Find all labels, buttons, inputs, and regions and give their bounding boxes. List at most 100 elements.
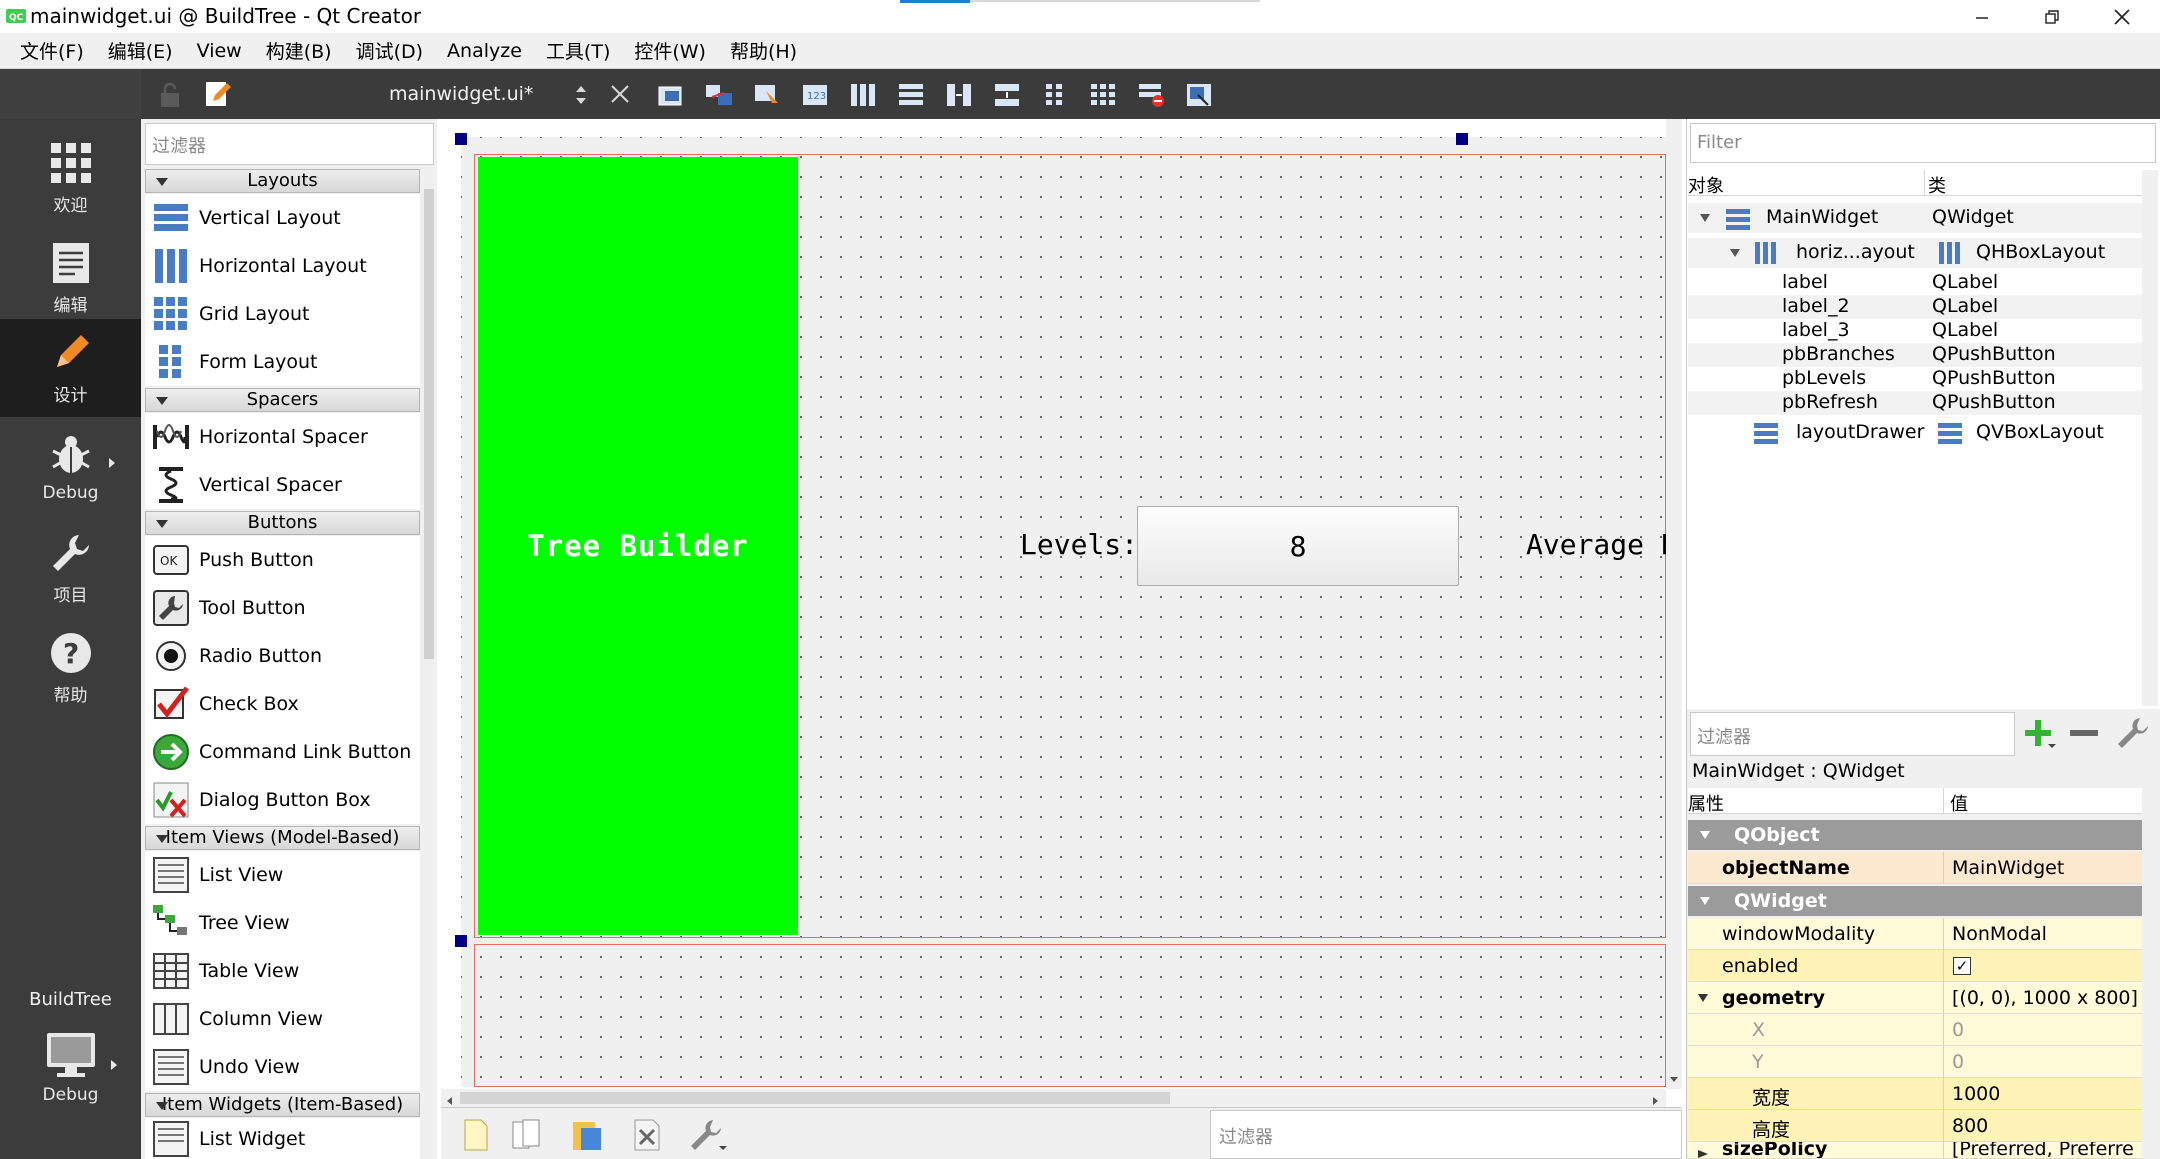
widget-column-view[interactable]: Column View [145, 995, 420, 1043]
mode-debug[interactable]: Debug [0, 419, 141, 517]
object-row-mainwidget[interactable]: MainWidget QWidget [1688, 203, 2142, 233]
mode-design[interactable]: 设计 [0, 319, 141, 417]
target-selector[interactable]: Debug [0, 1019, 141, 1117]
layout-vertical-icon[interactable] [896, 81, 926, 109]
average-branches-label[interactable]: Average B [1526, 528, 1666, 561]
remove-property-button[interactable] [2066, 714, 2102, 752]
close-document-button[interactable] [609, 83, 631, 105]
restore-button[interactable] [2026, 0, 2078, 33]
column-header-object[interactable]: 对象 [1688, 172, 1724, 198]
property-value[interactable]: 1000 [1952, 1083, 2000, 1105]
updown-arrows-icon[interactable] [573, 83, 589, 107]
property-settings-wrench-icon[interactable] [2112, 714, 2156, 752]
object-inspector-scrollbar[interactable] [2142, 170, 2158, 706]
menu-widgets[interactable]: 控件(W) [622, 37, 718, 64]
column-header-value[interactable]: 值 [1950, 790, 1968, 816]
widget-radio-button[interactable]: Radio Button [145, 632, 420, 680]
edit-signals-slots-icon[interactable] [704, 81, 734, 109]
edit-widgets-icon[interactable] [656, 81, 686, 109]
layout-splitter-vertical-icon[interactable] [992, 81, 1022, 109]
menu-file[interactable]: 文件(F) [8, 37, 96, 64]
property-filter-input[interactable]: 过滤器 [1690, 712, 2015, 756]
break-layout-icon[interactable] [1136, 81, 1166, 109]
scroll-right-arrow-icon[interactable] [1648, 1091, 1662, 1105]
property-row-geometry[interactable]: geometry [(0, 0), 1000 x 800] [1688, 982, 2142, 1014]
delete-action-icon[interactable] [629, 1116, 665, 1154]
menu-tools[interactable]: 工具(T) [534, 37, 622, 64]
widget-filter-input[interactable]: 过滤器 [145, 123, 434, 165]
widget-vertical-layout[interactable]: Vertical Layout [145, 194, 420, 242]
property-row-sizepolicy[interactable]: sizePolicy [Preferred, Preferre [1688, 1142, 2142, 1159]
selection-handle[interactable] [1456, 133, 1468, 145]
menu-build[interactable]: 构建(B) [254, 37, 344, 64]
mode-projects[interactable]: 项目 [0, 519, 141, 617]
category-buttons[interactable]: Buttons [145, 511, 420, 535]
property-value[interactable]: [Preferred, Preferre [1952, 1142, 2134, 1158]
widget-undo-view[interactable]: Undo View [145, 1043, 420, 1091]
new-action-icon[interactable] [457, 1116, 493, 1154]
levels-label[interactable]: Levels: [1020, 528, 1138, 561]
widget-tree-view[interactable]: Tree View [145, 899, 420, 947]
document-dropdown[interactable]: mainwidget.ui* [389, 83, 533, 105]
widget-table-view[interactable]: Table View [145, 947, 420, 995]
tree-builder-label[interactable]: Tree Builder [478, 157, 798, 935]
layout-splitter-horizontal-icon[interactable] [944, 81, 974, 109]
canvas-horizontal-scroll-thumb[interactable] [460, 1092, 1170, 1104]
mode-edit[interactable]: 编辑 [0, 229, 141, 327]
object-row-label[interactable]: label QLabel [1688, 271, 2142, 295]
property-value[interactable]: MainWidget [1952, 857, 2064, 879]
widget-list-view[interactable]: List View [145, 851, 420, 899]
property-value[interactable]: 0 [1952, 1051, 1964, 1073]
paste-action-icon[interactable] [567, 1116, 607, 1154]
menu-debug[interactable]: 调试(D) [344, 37, 435, 64]
property-value[interactable]: NonModal [1952, 923, 2047, 945]
object-row-pbrefresh[interactable]: pbRefresh QPushButton [1688, 391, 2142, 415]
property-row-y[interactable]: Y 0 [1688, 1046, 2142, 1078]
mode-help[interactable]: ? 帮助 [0, 619, 141, 717]
menu-help[interactable]: 帮助(H) [718, 37, 809, 64]
property-row-objectname[interactable]: objectName MainWidget [1688, 852, 2142, 884]
widget-grid-layout[interactable]: Grid Layout [145, 290, 420, 338]
enabled-checkbox[interactable]: ✓ [1953, 957, 1971, 975]
property-row-windowmodality[interactable]: windowModality NonModal [1688, 918, 2142, 950]
property-group-qwidget[interactable]: QWidget [1688, 886, 2142, 916]
property-editor-scrollbar[interactable] [2142, 788, 2158, 1159]
copy-action-icon[interactable] [509, 1116, 549, 1154]
category-item-widgets[interactable]: Item Widgets (Item-Based) [145, 1093, 420, 1117]
action-filter-input[interactable]: 过滤器 [1210, 1110, 1682, 1159]
object-row-layoutdrawer[interactable]: layoutDrawer QVBoxLayout [1688, 417, 2142, 449]
widget-list-widget[interactable]: List Widget [145, 1118, 420, 1159]
category-item-views[interactable]: Item Views (Model-Based) [145, 826, 420, 850]
property-group-qobject[interactable]: QObject [1688, 820, 2142, 850]
object-row-label-3[interactable]: label_3 QLabel [1688, 319, 2142, 343]
lock-icon[interactable] [157, 81, 183, 109]
layout-grid-icon[interactable] [1088, 81, 1118, 109]
property-value[interactable]: [(0, 0), 1000 x 800] [1952, 987, 2138, 1009]
object-row-label-2[interactable]: label_2 QLabel [1688, 295, 2142, 319]
levels-push-button[interactable]: 8 [1137, 506, 1459, 586]
scroll-left-arrow-icon[interactable] [443, 1091, 457, 1105]
edit-tab-order-icon[interactable]: 123 [800, 81, 830, 109]
category-spacers[interactable]: Spacers [145, 388, 420, 412]
menu-edit[interactable]: 编辑(E) [96, 37, 185, 64]
scroll-down-arrow-icon[interactable] [1667, 1070, 1681, 1086]
property-row-x[interactable]: X 0 [1688, 1014, 2142, 1046]
object-row-horizontal-layout[interactable]: horiz...ayout QHBoxLayout [1688, 238, 2142, 268]
object-row-pblevels[interactable]: pbLevels QPushButton [1688, 367, 2142, 391]
selection-handle[interactable] [455, 935, 467, 947]
widget-check-box[interactable]: Check Box [145, 680, 420, 728]
menu-view[interactable]: View [185, 40, 254, 62]
widget-horizontal-layout[interactable]: Horizontal Layout [145, 242, 420, 290]
action-settings-wrench-icon[interactable] [685, 1116, 729, 1154]
property-row-height[interactable]: 高度 800 [1688, 1110, 2142, 1142]
widget-form-layout[interactable]: Form Layout [145, 338, 420, 386]
widget-horizontal-spacer[interactable]: Horizontal Spacer [145, 413, 420, 461]
widget-box-scroll-thumb[interactable] [424, 189, 434, 659]
minimize-button[interactable] [1956, 0, 2008, 33]
widget-vertical-spacer[interactable]: Vertical Spacer [145, 461, 420, 509]
edit-buddies-icon[interactable] [752, 81, 782, 109]
menu-analyze[interactable]: Analyze [435, 40, 534, 62]
property-value[interactable]: 800 [1952, 1115, 1988, 1137]
widget-push-button[interactable]: OK Push Button [145, 536, 420, 584]
canvas-vertical-scrollbar[interactable] [1666, 119, 1682, 1089]
